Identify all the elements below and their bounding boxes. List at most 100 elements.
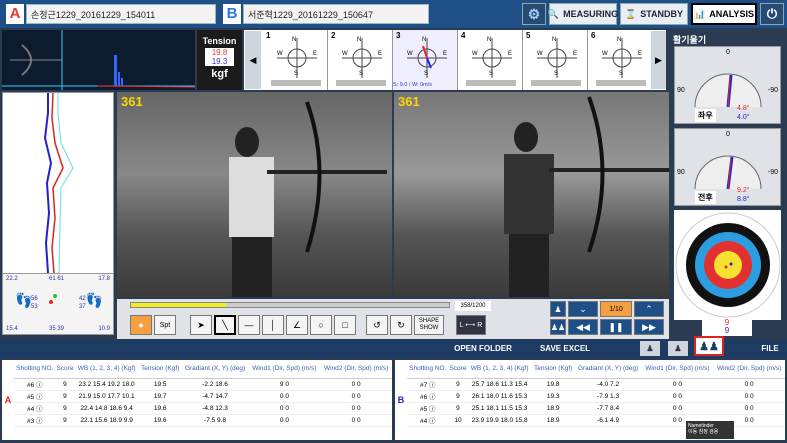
video-a[interactable]: 361: [117, 92, 392, 297]
video-b[interactable]: 361: [394, 92, 669, 297]
compass-cell-3[interactable]: 3 N W E S S: 9.0 / W: 0m/s: [393, 30, 458, 90]
table-cell: 25.7 18.6 11.3 15.4: [467, 378, 532, 391]
tension-unit: kgf: [211, 68, 228, 80]
redo-button[interactable]: ↻: [390, 315, 412, 335]
svg-text:E: E: [638, 51, 642, 57]
analysis-button[interactable]: 📊 ANALYSIS: [691, 3, 757, 25]
table-row[interactable]: #5 ⓘ 9 21.9 15.0 17.7 10.1 19.7 -4.7 14.7 0 0…: [14, 390, 392, 403]
circle-tool[interactable]: ○: [310, 315, 332, 335]
shape-show-button[interactable]: SHAPE SHOW: [414, 315, 444, 335]
table-row[interactable]: #4 ⓘ 9 22.4 14.8 18.6 9.4 19.6 -4.8 12.3 0 00…: [14, 402, 392, 415]
speed-down-button[interactable]: ⌄: [568, 301, 598, 317]
power-icon: ⏻: [766, 6, 778, 21]
open-folder-button[interactable]: OPEN FOLDER: [448, 341, 518, 356]
file-a-field[interactable]: 손정근1229_20161229_154011: [26, 4, 216, 24]
forward-button[interactable]: ▶▶: [634, 319, 664, 335]
save-excel-button[interactable]: SAVE EXCEL: [530, 341, 600, 356]
settings-button[interactable]: ⚙: [522, 3, 546, 25]
measuring-label: MEASURING: [563, 9, 619, 19]
column-header[interactable]: Wind1 (Dir, Spd) (m/s): [641, 360, 714, 379]
undo-button[interactable]: ↺: [366, 315, 388, 335]
table-cell: 0 0: [248, 402, 321, 415]
angle-tool[interactable]: ∠: [286, 315, 308, 335]
dual-view-button[interactable]: ♟♟: [550, 319, 566, 335]
frame-label-a: 361: [121, 94, 143, 109]
table-cell: 23.2 15.4 19.2 18.0: [74, 378, 139, 391]
measuring-button[interactable]: 🔍 MEASURING: [548, 3, 619, 25]
record-button[interactable]: ●: [130, 315, 152, 335]
column-header[interactable]: Shotting NO.: [14, 360, 56, 379]
compare-archers-button[interactable]: ♟♟: [694, 336, 724, 356]
column-header[interactable]: Wind1 (Dir, Spd) (m/s): [248, 360, 321, 379]
compass-num: 6: [591, 31, 596, 40]
double-chevron-up-icon: ⌃: [645, 303, 653, 314]
square-icon: □: [342, 320, 348, 330]
vertical-line-icon: │: [270, 320, 276, 330]
svg-text:N: N: [552, 37, 556, 43]
column-header[interactable]: Tension (Kgf): [138, 360, 182, 379]
g1-blue: 4.0°: [737, 114, 750, 121]
column-header[interactable]: WB (1, 2, 3, 4) (Kgf): [467, 360, 532, 379]
table-row[interactable]: #7 ⓘ 9 25.7 18.6 11.3 15.4 19.8 -4.0 7.2 0 00…: [407, 378, 785, 391]
table-row[interactable]: #3 ⓘ 9 22.1 15.6 18.9 9.9 19.6 -7.5 9.8 0 00 …: [14, 414, 392, 427]
slot-a-label: A: [6, 4, 24, 24]
table-row[interactable]: #5 ⓘ 9 25.1 18.1 11.5 15.3 18.9 -7.7 8.4 0 00…: [407, 402, 785, 415]
spt-button[interactable]: Spt: [154, 315, 176, 335]
archer-b-silhouette: [504, 96, 669, 297]
hourglass-icon: ⌛: [624, 8, 637, 19]
column-header[interactable]: Shotting NO.: [407, 360, 449, 379]
pointer-tool[interactable]: ➤: [190, 315, 212, 335]
compass-cell-1[interactable]: 1 N W E S: [263, 30, 328, 90]
svg-text:S: S: [424, 71, 428, 77]
compass-num: 1: [266, 31, 271, 40]
tension-title: Tension: [202, 36, 237, 46]
timeline-slider[interactable]: [130, 302, 450, 308]
compass-cell-4[interactable]: 4 N W E S: [458, 30, 523, 90]
table-cell: 23.9 19.9 18.0 15.8: [467, 414, 532, 427]
line-tool[interactable]: ╲: [214, 315, 236, 335]
analysis-label: ANALYSIS: [709, 9, 754, 19]
archer-b-toggle[interactable]: ♟: [668, 341, 688, 356]
column-header[interactable]: Gradiant (X, Y) (deg): [574, 360, 642, 379]
rewind-button[interactable]: ◀◀: [568, 319, 598, 335]
sway-graph-svg: [43, 92, 74, 274]
table-cell: 0 0: [320, 390, 392, 403]
compass-cell-6[interactable]: 6 N W E S: [588, 30, 652, 90]
next-shot-button[interactable]: ▶: [651, 31, 666, 89]
power-button[interactable]: ⏻: [760, 3, 784, 25]
cursor-icon: ➤: [197, 319, 205, 330]
column-header[interactable]: Tension (Kgf): [531, 360, 575, 379]
standby-button[interactable]: ⌛ STANDBY: [620, 3, 688, 25]
table-row[interactable]: #6 ⓘ 9 26.1 18.0 11.6 15.3 19.3 -7.9 1.3 0 00…: [407, 390, 785, 403]
table-cell: 22.4 14.8 18.6 9.4: [74, 402, 139, 415]
column-header[interactable]: WB (1, 2, 3, 4) (Kgf): [74, 360, 139, 379]
table-cell: -4.8 12.3: [181, 402, 249, 415]
table-cell: 0 0: [713, 378, 785, 391]
table-b-letter: B: [395, 360, 407, 440]
hline-tool[interactable]: —: [238, 315, 260, 335]
table-cell: 0 0: [248, 414, 321, 427]
column-header[interactable]: Score: [448, 360, 468, 379]
table-cell: 0 0: [713, 402, 785, 415]
archer-view-button[interactable]: ♟: [550, 301, 566, 317]
single-archer-toggle[interactable]: ♟: [640, 341, 660, 356]
column-header[interactable]: Score: [55, 360, 75, 379]
target-face[interactable]: [674, 210, 781, 320]
speed-up-button[interactable]: ⌃: [634, 301, 664, 317]
column-header[interactable]: Wind2 (Dir, Spd) (m/s): [320, 360, 392, 379]
flip-lr-button[interactable]: L ⟷ R: [456, 315, 486, 335]
file-button[interactable]: FILE: [756, 341, 784, 356]
rect-tool[interactable]: □: [334, 315, 356, 335]
vline-tool[interactable]: │: [262, 315, 284, 335]
table-row[interactable]: #6 ⓘ 9 23.2 15.4 19.2 18.0 19.5 -2.2 18.6 9 0…: [14, 378, 392, 391]
prev-shot-button[interactable]: ◀: [245, 31, 261, 89]
column-header[interactable]: Wind2 (Dir, Spd) (m/s): [713, 360, 785, 379]
file-b-field[interactable]: 서준혁1229_20161229_150647: [243, 4, 429, 24]
column-header[interactable]: Gradiant (X, Y) (deg): [181, 360, 249, 379]
compass-cell-2[interactable]: 2 N W E S: [328, 30, 393, 90]
table-cell: 19.6: [138, 402, 182, 415]
table-cell: 9: [55, 390, 75, 403]
compass-cell-5[interactable]: 5 N W E S: [523, 30, 588, 90]
pause-button[interactable]: ❚❚: [600, 319, 632, 335]
compass-cells: 1NWES 2NWES 3 N W E S S: 9.0 / W: 0m/s 4NWES …: [263, 30, 650, 90]
